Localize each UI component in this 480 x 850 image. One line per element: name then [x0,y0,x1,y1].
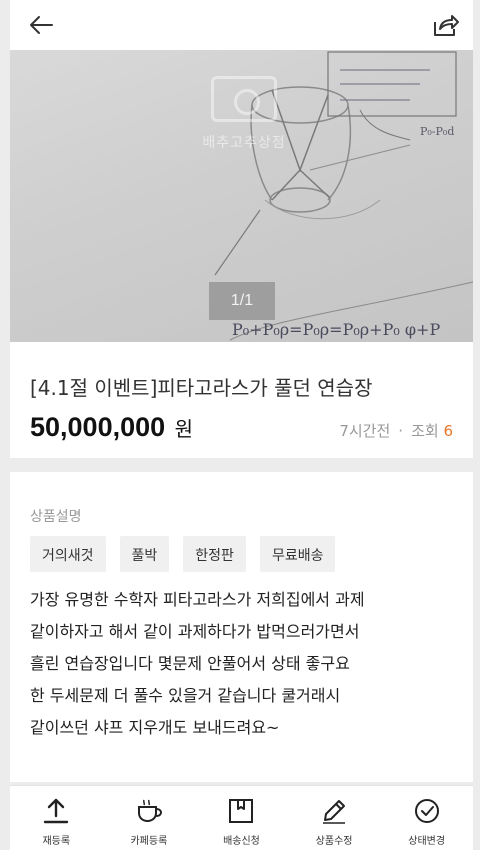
reregister-button[interactable]: 재등록 [10,786,103,850]
description-line: 같이하자고 해서 같이 과제하다가 밥먹으러가면서 [30,622,360,641]
svg-text:P₀-P₀d: P₀-P₀d [420,125,454,138]
delivery-request-button[interactable]: 배송신청 [195,786,288,850]
meta-separator: · [398,422,404,440]
pencil-icon [323,800,346,824]
description-line: 흘린 연습장입니다 몇문제 안풀어서 상태 좋구요 [30,654,350,673]
upload-icon [44,798,69,824]
watermark-text: 배추고추상점 [202,134,286,150]
check-circle-icon [414,799,439,823]
page: P₀-P₀d P₀+P₀ρ=P₀ρ=P₀ρ+P₀ φ+P 배추고추상점 1/1 … [10,0,473,850]
svg-text:P₀+P₀ρ=P₀ρ=P₀ρ+P₀ φ+P: P₀+P₀ρ=P₀ρ=P₀ρ+P₀ φ+P [232,320,440,339]
item-meta: 7시간전 · 조회 6 [339,420,453,441]
description-card: 상품설명 거의새것 풀박 한정판 무료배송 가장 유명한 수학자 피타고라스가 … [10,472,473,782]
back-button[interactable] [24,8,58,42]
reregister-label: 재등록 [42,836,71,847]
description-line: 같이쓰던 샤프 지우개도 보내드려요~ [30,718,280,737]
cafe-register-button[interactable]: 카페등록 [103,786,196,850]
camera-icon [211,76,277,122]
tag: 거의새것 [30,536,106,572]
change-status-label: 상태변경 [408,836,446,847]
coffee-cup-icon [137,799,162,823]
arrow-left-icon [30,16,53,34]
price-value: 50,000,000 [30,412,166,442]
edit-product-label: 상품수정 [315,836,353,847]
edit-product-button[interactable]: 상품수정 [288,786,381,850]
title-card: [4.1절 이벤트]피타고라스가 풀던 연습장 50,000,000 원 7시간… [10,342,473,458]
top-bar [10,0,473,50]
section-label: 상품설명 [30,509,82,525]
time-ago: 7시간전 [339,422,391,440]
box-icon [229,799,254,823]
tag: 한정판 [183,536,246,572]
description-line: 가장 유명한 수학자 피타고라스가 저희집에서 과제 [30,590,365,609]
delivery-request-label: 배송신청 [223,836,260,847]
share-icon [434,15,459,36]
tag-list: 거의새것 풀박 한정판 무료배송 [30,536,336,572]
cafe-register-label: 카페등록 [130,836,168,847]
views-label: 조회 [411,422,439,440]
tag: 무료배송 [259,536,336,572]
photo-counter: 1/1 [209,282,275,320]
bottom-action-bar: 재등록 카페등록 배송신청 상품수정 상태변경 [10,785,473,850]
price-currency: 원 [174,417,194,441]
item-title: [4.1절 이벤트]피타고라스가 풀던 연습장 [30,376,373,400]
item-price: 50,000,000 원 [30,412,193,443]
change-status-button[interactable]: 상태변경 [380,786,473,850]
tag: 풀박 [119,536,170,572]
product-photo[interactable]: P₀-P₀d P₀+P₀ρ=P₀ρ=P₀ρ+P₀ φ+P 배추고추상점 1/1 [10,50,473,342]
description-text: 가장 유명한 수학자 피타고라스가 저희집에서 과제 같이하자고 해서 같이 과… [30,584,465,744]
share-button[interactable] [429,8,463,42]
photo-watermark: 배추고추상점 [194,76,294,186]
description-line: 한 두세문제 더 풀수 있을거 같습니다 쿨거래시 [30,686,341,705]
views-count: 6 [443,422,453,440]
